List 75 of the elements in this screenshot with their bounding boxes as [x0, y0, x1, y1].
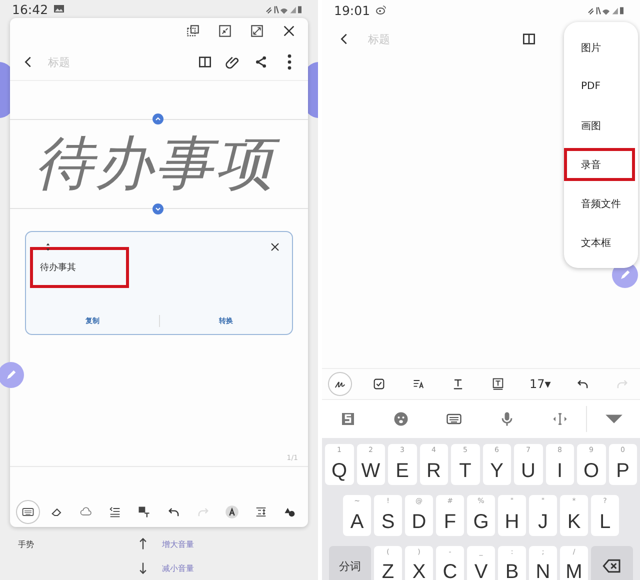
key-label: U	[521, 460, 536, 480]
menu-item[interactable]: 图片	[564, 31, 635, 64]
key-label: H	[504, 512, 520, 532]
menu-item[interactable]: 画图	[564, 109, 635, 142]
share-icon	[253, 54, 269, 70]
key[interactable]: 分词	[329, 546, 371, 580]
keyboard-icon	[21, 505, 35, 519]
cursor-icon	[550, 410, 569, 428]
font-size-button[interactable]: 17▾	[525, 372, 556, 396]
chevron-up-icon	[152, 113, 164, 125]
chevron-down-icon	[152, 203, 164, 215]
gesture-label: 手势	[18, 539, 35, 551]
key-label: Z	[382, 562, 394, 580]
key-label: I	[556, 460, 563, 480]
shapes-icon	[282, 505, 297, 519]
redo-icon	[196, 505, 210, 519]
key-label: C	[442, 562, 458, 580]
key-label: V	[474, 562, 488, 580]
key-label: M	[566, 562, 582, 580]
book-icon	[197, 54, 213, 70]
key-label: S	[381, 512, 395, 532]
pen-style-icon	[224, 505, 239, 519]
menu-item[interactable]: 音频文件	[564, 187, 635, 220]
key-label: B	[505, 562, 519, 580]
menu-item[interactable]: 录音	[564, 148, 635, 181]
book-icon	[521, 31, 537, 47]
key-label: O	[583, 460, 600, 480]
key-label: L	[599, 512, 611, 532]
expand-down-button[interactable]	[152, 203, 164, 215]
key-label: A	[350, 512, 364, 532]
align-icon	[108, 505, 122, 519]
maximize-icon	[249, 23, 265, 39]
key-label: Y	[490, 460, 504, 480]
paperclip-icon	[225, 54, 241, 70]
key-label: K	[567, 512, 581, 532]
key-label: N	[536, 562, 550, 580]
close-icon	[269, 241, 281, 253]
key-label: D	[412, 512, 426, 532]
backspace-key[interactable]	[591, 546, 633, 580]
status-time: 16:42	[12, 2, 48, 16]
gesture-action: 增大音量	[162, 538, 194, 550]
gesture-action: 减小音量	[162, 562, 194, 574]
key-label: R	[426, 460, 441, 480]
window-copy-icon	[185, 23, 201, 39]
image-text-icon	[137, 505, 152, 519]
checklist-icon	[372, 377, 386, 391]
handwriting-mode-button[interactable]	[328, 372, 352, 396]
handwriting-text: 待办事项	[31, 126, 287, 202]
close-icon	[281, 23, 297, 39]
more-icon	[286, 54, 292, 70]
undo-icon	[166, 505, 181, 519]
menu-item[interactable]: 文本框	[564, 226, 635, 259]
redo-icon	[614, 377, 629, 391]
status-time: 19:01	[334, 2, 370, 18]
expand-up-button[interactable]	[152, 113, 164, 125]
minimize-icon	[217, 23, 233, 39]
undo-icon	[576, 377, 590, 391]
textbox-icon	[490, 377, 505, 391]
key-label: P	[616, 460, 630, 480]
key-label: F	[444, 512, 456, 532]
notification-icon	[375, 4, 388, 16]
keyboard-button[interactable]	[16, 500, 40, 524]
key-label: X	[412, 562, 426, 580]
key-label: E	[396, 460, 409, 480]
key-label: G	[473, 512, 489, 532]
emoji-icon	[392, 410, 410, 428]
key-label: W	[361, 460, 380, 480]
key-label: Q	[331, 460, 348, 480]
gallery-icon	[53, 3, 66, 15]
result-text: 待办事其	[40, 262, 76, 274]
key-label: J	[538, 512, 548, 532]
menu-item[interactable]: PDF	[564, 70, 635, 103]
text-format-icon	[412, 377, 426, 391]
key-label: T	[459, 460, 472, 480]
spacing-icon	[254, 505, 268, 519]
